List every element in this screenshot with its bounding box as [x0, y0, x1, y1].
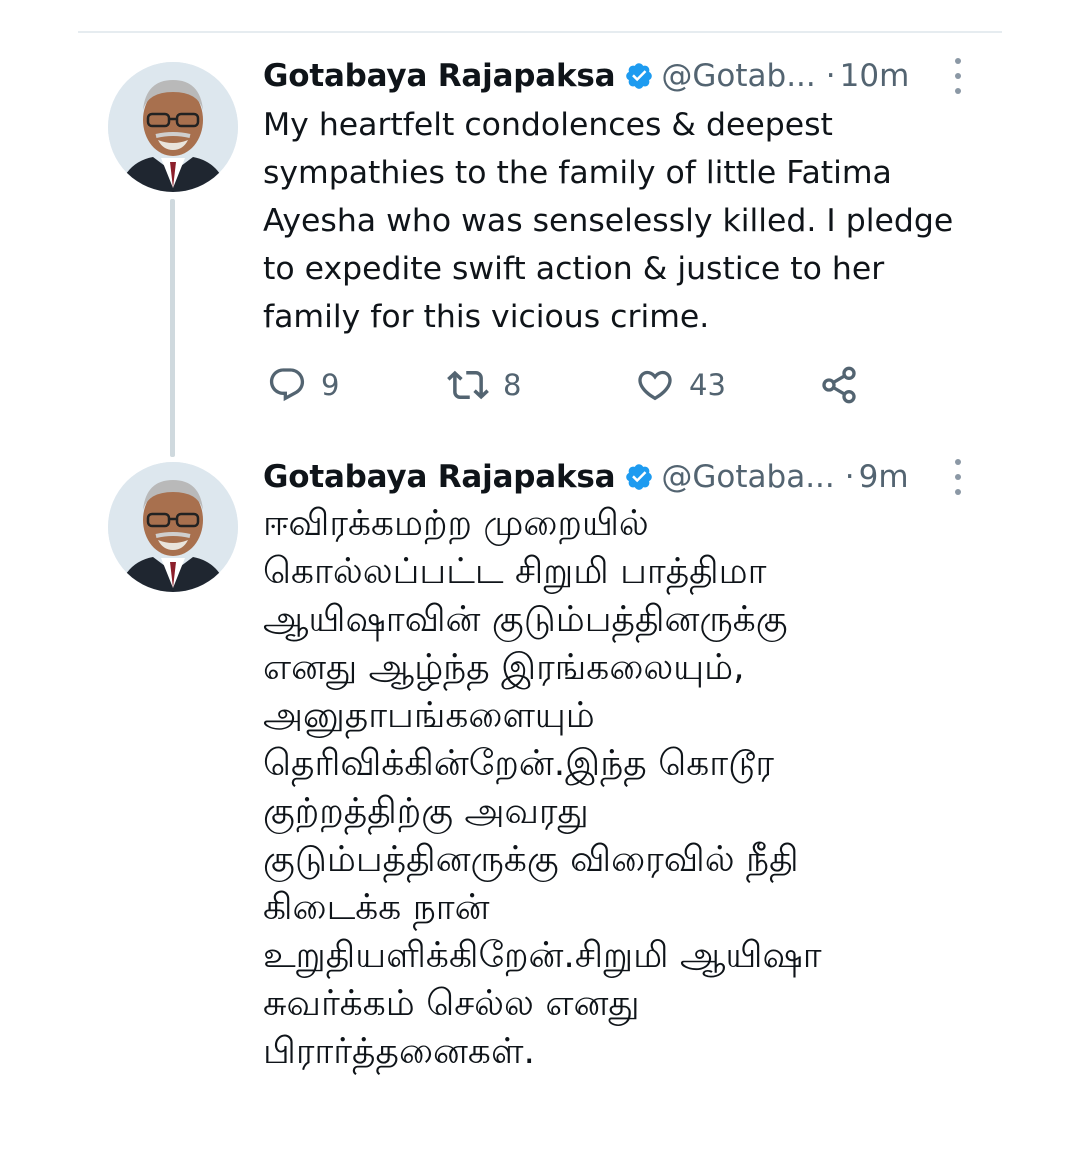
- reply-button[interactable]: 9: [267, 362, 339, 408]
- separator-dot: ·: [825, 58, 836, 94]
- like-count: 43: [689, 368, 726, 402]
- profile-photo-icon: [108, 62, 238, 192]
- more-options-icon[interactable]: [953, 58, 963, 94]
- author-handle[interactable]: @Gotaba...: [661, 459, 834, 495]
- reply-icon: [269, 368, 305, 402]
- retweet-count: 8: [503, 368, 522, 402]
- avatar[interactable]: [108, 62, 238, 192]
- tweet-text: ஈவிரக்கமற்ற முறையில் கொல்லப்பட்ட சிறுமி …: [263, 503, 822, 1072]
- avatar[interactable]: [108, 462, 238, 592]
- retweet-icon: [447, 370, 489, 400]
- retweet-button[interactable]: 8: [447, 362, 521, 408]
- author-name[interactable]: Gotabaya Rajapaksa: [263, 459, 616, 495]
- author-handle[interactable]: @Gotab...: [661, 58, 815, 94]
- share-button[interactable]: [819, 362, 859, 408]
- share-icon: [822, 366, 856, 404]
- tweet-header: Gotabaya Rajapaksa @Gotab... · 10m: [263, 54, 909, 98]
- tweet-text: My heartfelt condolences & deepest sympa…: [263, 107, 954, 335]
- tweet-actions: 9 8 43: [263, 362, 883, 408]
- top-divider: [78, 31, 1002, 33]
- verified-badge-icon: [626, 63, 653, 89]
- timestamp[interactable]: 9m: [859, 459, 909, 495]
- separator-dot: ·: [844, 459, 855, 495]
- profile-photo-icon: [108, 462, 238, 592]
- heart-icon: [638, 370, 672, 401]
- like-button[interactable]: 43: [635, 362, 726, 408]
- verified-badge-icon: [626, 464, 653, 490]
- reply-count: 9: [321, 368, 340, 402]
- author-name[interactable]: Gotabaya Rajapaksa: [263, 58, 616, 94]
- more-options-icon[interactable]: [953, 459, 963, 495]
- timestamp[interactable]: 10m: [840, 58, 910, 94]
- thread-connector-line: [170, 199, 175, 457]
- tweet-header: Gotabaya Rajapaksa @Gotaba... · 9m: [263, 455, 909, 499]
